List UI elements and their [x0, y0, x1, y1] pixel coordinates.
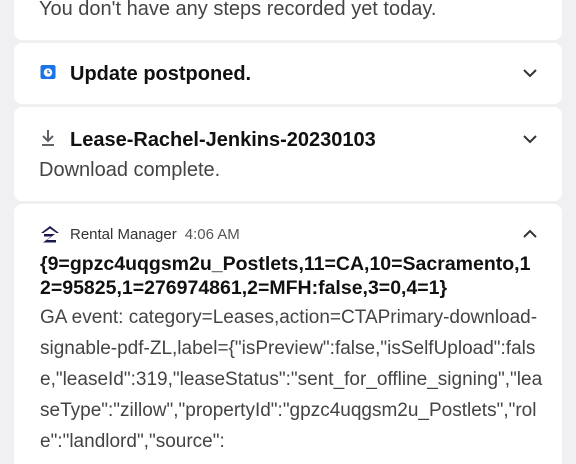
update-notification[interactable]: Update postponed.: [14, 43, 562, 104]
update-title: Update postponed.: [70, 63, 252, 85]
chevron-up-icon[interactable]: [520, 224, 540, 244]
download-status: Download complete.: [39, 159, 221, 181]
notification-title: {9=gpzc4uqgsm2u_Postlets,11=CA,10=Sacram…: [40, 253, 531, 299]
notification-time: 4:06 AM: [184, 226, 240, 243]
notification-body: GA event: category=Leases,action=CTAPrim…: [40, 307, 543, 452]
steps-notification[interactable]: You don't have any steps recorded yet to…: [14, 0, 562, 40]
rental-manager-notification[interactable]: Rental Manager 4:06 AM {9=gpzc4uqgsm2u_Po…: [14, 204, 562, 464]
steps-message: You don't have any steps recorded yet to…: [39, 0, 437, 20]
calendar-clock-icon: [40, 64, 56, 85]
zillow-z-icon: [40, 224, 60, 249]
app-name: Rental Manager: [70, 226, 177, 243]
app-header: Rental Manager 4:06 AM: [70, 226, 240, 243]
download-filename: Lease-Rachel-Jenkins-20230103: [70, 129, 376, 151]
chevron-down-icon[interactable]: [520, 129, 540, 149]
download-notification[interactable]: Lease-Rachel-Jenkins-20230103 Download c…: [14, 107, 562, 201]
chevron-down-icon[interactable]: [520, 63, 540, 83]
download-icon: [40, 129, 56, 152]
